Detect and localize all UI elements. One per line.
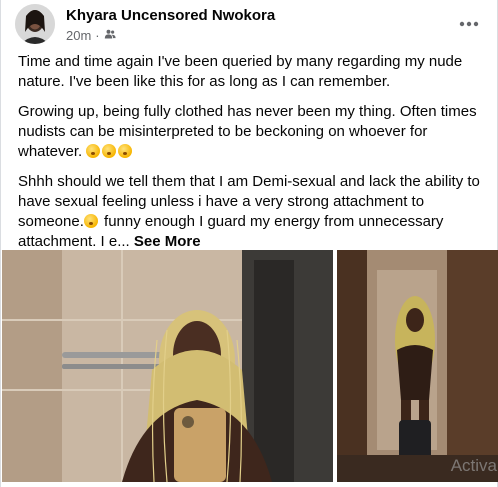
author-name[interactable]: Khyara Uncensored Nwokora (66, 7, 275, 24)
more-horizontal-icon (459, 21, 479, 27)
post-paragraph: Growing up, being fully clothed has neve… (18, 103, 477, 160)
see-more-link[interactable]: See More (134, 233, 201, 250)
meta-separator: · (95, 28, 100, 43)
friends-icon (104, 28, 116, 43)
photo-grid (2, 250, 498, 482)
flushed-emoji-icon (102, 144, 117, 158)
more-options-button[interactable] (455, 10, 483, 38)
avatar[interactable] (15, 4, 55, 44)
post-header: Khyara Uncensored Nwokora 20m · (15, 4, 483, 46)
post-text: Time and time again I've been queried by… (18, 52, 484, 262)
post-meta: 20m · (66, 28, 116, 43)
watermark-text: Activa (450, 456, 497, 475)
flushed-emoji-icon (86, 144, 101, 158)
flushed-emoji-icon (118, 144, 133, 158)
post-card: Khyara Uncensored Nwokora 20m · Time and (0, 0, 498, 487)
post-time[interactable]: 20m (66, 28, 91, 43)
flushed-emoji-icon (83, 214, 98, 228)
post-paragraph: Shhh should we tell them that I am Demi-… (18, 173, 480, 250)
post-paragraph: Time and time again I've been queried by… (18, 53, 463, 90)
post-photo-2[interactable] (337, 250, 498, 482)
post-photo-1[interactable] (2, 250, 333, 482)
